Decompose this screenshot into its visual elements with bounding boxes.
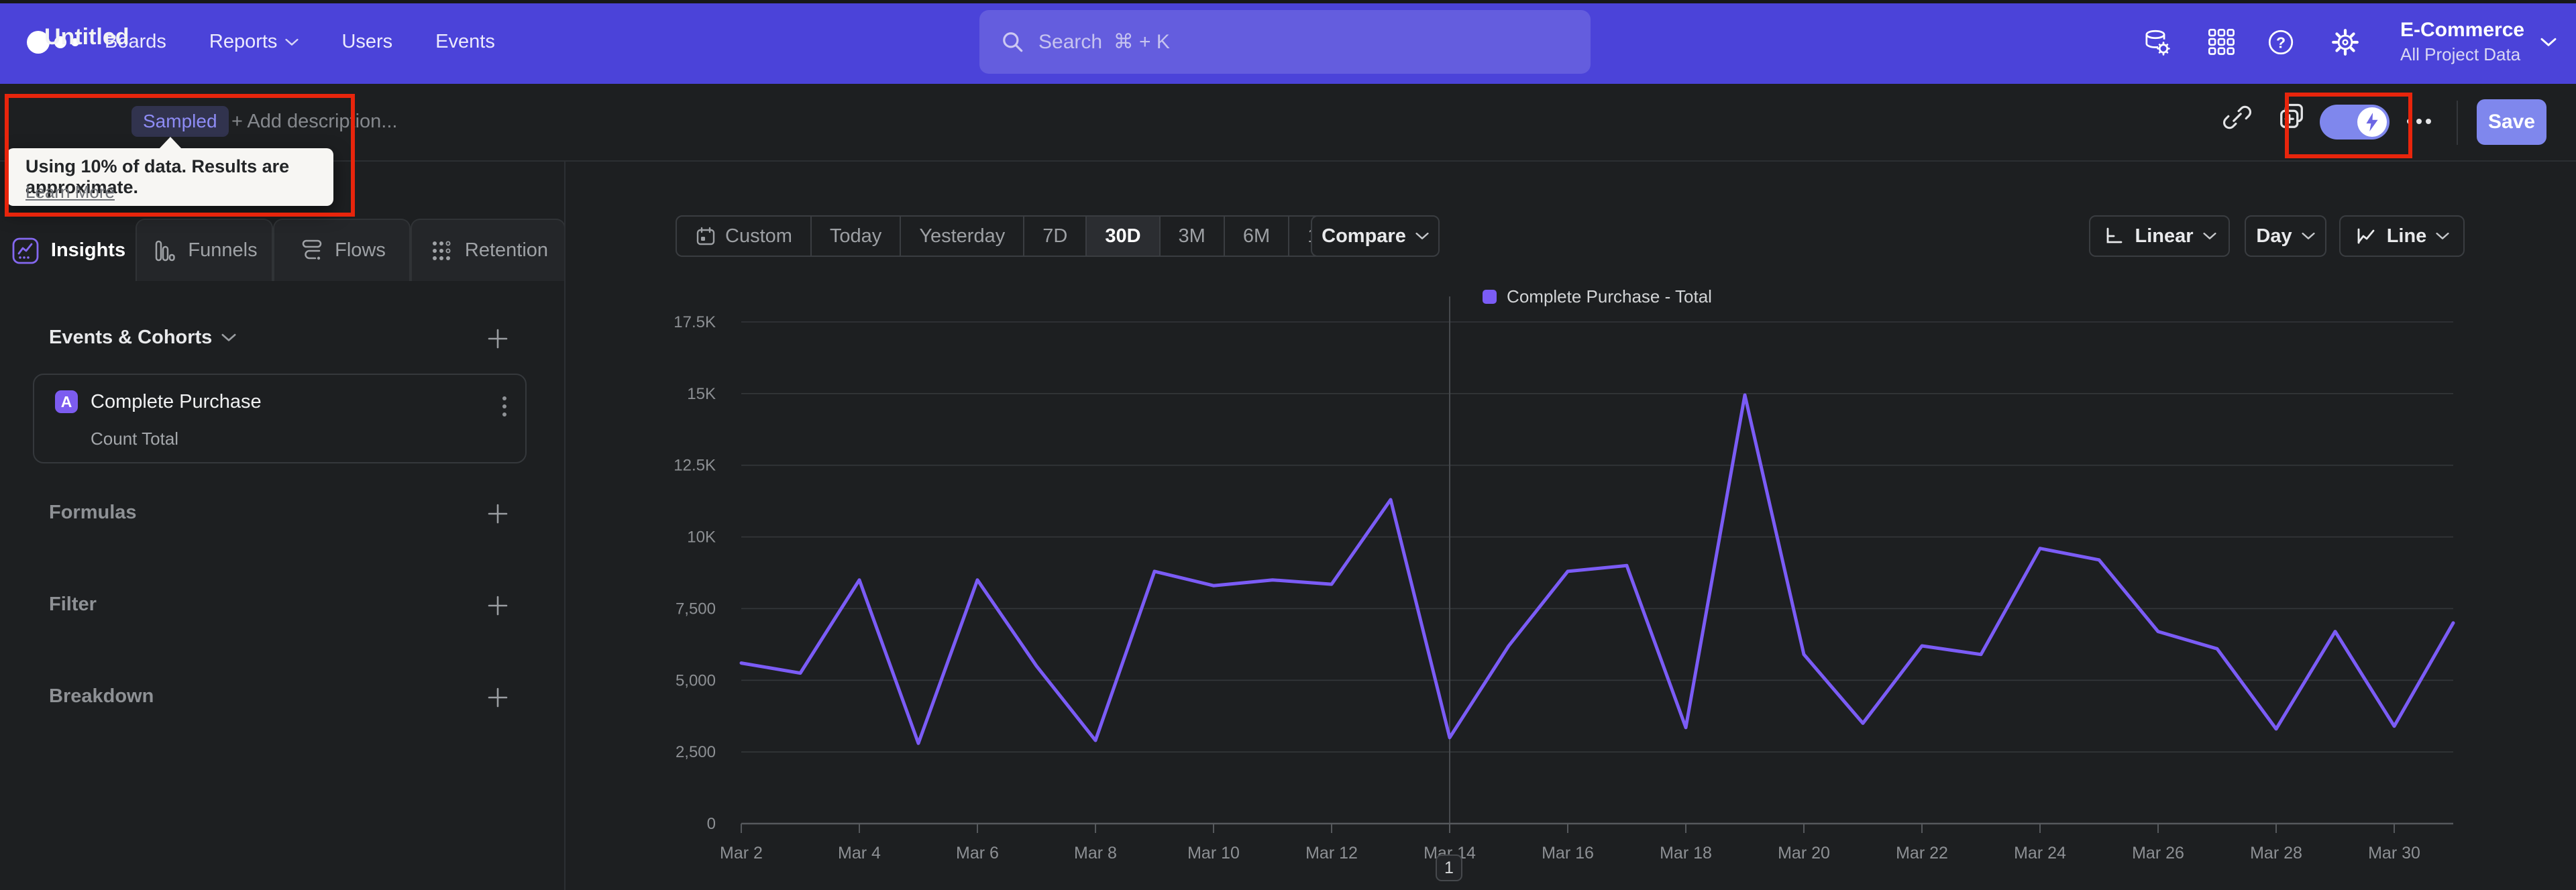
chevron-down-icon	[2302, 232, 2315, 239]
chevron-down-icon	[2202, 232, 2216, 239]
settings-gear-icon[interactable]	[2330, 27, 2360, 57]
x-tick-label: Mar 4	[838, 844, 881, 863]
learn-more-link[interactable]: Learn More	[25, 182, 115, 203]
toggle-knob	[2357, 107, 2387, 137]
x-tick-label: Mar 6	[956, 844, 999, 863]
insights-line-chart[interactable]: 0 2,500 5,000 7,500 10K 12.5K 15K 17.5K Mar 2 Mar…	[566, 282, 2576, 890]
nav-item-events[interactable]: Events	[435, 31, 495, 53]
global-search[interactable]	[979, 10, 1591, 74]
chevron-down-icon	[2436, 232, 2449, 239]
add-filter-button[interactable]	[486, 594, 510, 618]
flows-icon	[302, 239, 322, 260]
search-icon	[1003, 32, 1023, 52]
add-description-field[interactable]: + Add description...	[231, 111, 397, 133]
y-tick-label: 2,500	[676, 743, 716, 761]
nav-item-users[interactable]: Users	[341, 31, 392, 53]
window-edge	[0, 0, 2576, 3]
chevron-down-icon	[1415, 232, 1429, 239]
range-6m[interactable]: 6M	[1223, 217, 1288, 256]
divider	[2457, 101, 2458, 145]
kebab-menu-icon[interactable]	[502, 396, 506, 416]
sampling-toggle[interactable]	[2320, 105, 2390, 140]
range-30d[interactable]: 30D	[1085, 217, 1159, 256]
range-custom[interactable]: Custom	[677, 217, 810, 256]
y-tick-label: 17.5K	[674, 313, 716, 331]
chart-type-dropdown[interactable]: Line	[2339, 215, 2465, 257]
report-type-tabs: Insights Funnels Flows Retention	[0, 219, 566, 281]
tab-flows[interactable]: Flows	[273, 219, 411, 281]
report-title[interactable]: Untitled	[44, 24, 129, 50]
svg-text:?: ?	[2276, 34, 2286, 51]
event-measure[interactable]: Count Total	[91, 429, 178, 449]
search-input[interactable]	[1038, 30, 1591, 54]
lightning-icon	[2366, 113, 2378, 131]
tab-retention[interactable]: Retention	[411, 219, 566, 281]
more-options-button[interactable]	[2407, 119, 2431, 124]
nav-item-reports[interactable]: Reports	[209, 31, 299, 53]
x-tick-label: Mar 24	[2014, 844, 2066, 863]
save-button[interactable]: Save	[2477, 99, 2546, 145]
section-filter: Filter	[49, 594, 97, 615]
linear-axis-icon	[2107, 227, 2123, 243]
sampled-badge[interactable]: Sampled	[131, 106, 229, 137]
section-breakdown: Breakdown	[49, 685, 154, 707]
help-icon[interactable]: ?	[2266, 27, 2296, 57]
x-tick-label: Mar 20	[1778, 844, 1830, 863]
x-tick-label: Mar 16	[1542, 844, 1594, 863]
range-today[interactable]: Today	[810, 217, 900, 256]
y-tick-label: 7,500	[676, 600, 716, 618]
add-event-button[interactable]	[486, 327, 510, 351]
x-tick-label: Mar 18	[1660, 844, 1712, 863]
y-tick-label: 5,000	[676, 671, 716, 689]
apps-grid-icon[interactable]	[2207, 27, 2237, 57]
event-name[interactable]: Complete Purchase	[91, 391, 262, 413]
chart-line	[739, 393, 2455, 745]
project-name: E-Commerce	[2400, 19, 2525, 41]
sampling-tooltip: Using 10% of data. Results are approxima…	[7, 137, 333, 206]
retention-icon	[432, 241, 451, 260]
y-tick-label: 10K	[687, 529, 716, 547]
date-range-selector: Custom Today Yesterday 7D 30D 3M 6M 12M	[676, 215, 1365, 257]
line-chart-icon	[2357, 228, 2375, 244]
granularity-dropdown[interactable]: Day	[2245, 215, 2326, 257]
chevron-down-icon	[221, 333, 236, 341]
page-number-button[interactable]: 1	[1436, 854, 1462, 881]
x-tick-label: Mar 28	[2250, 844, 2302, 863]
y-tick-label: 12.5K	[674, 457, 716, 475]
compare-button[interactable]: Compare	[1311, 215, 1440, 257]
tab-funnels[interactable]: Funnels	[136, 219, 273, 281]
x-tick-label: Mar 26	[2132, 844, 2184, 863]
x-tick-label: Mar 30	[2368, 844, 2420, 863]
y-tick-label: 15K	[687, 385, 716, 403]
add-formula-button[interactable]	[486, 502, 510, 526]
duplicate-icon[interactable]	[2275, 101, 2308, 136]
x-tick-label: Mar 8	[1074, 844, 1117, 863]
chevron-down-icon	[285, 38, 299, 46]
funnels-icon	[156, 240, 176, 261]
event-letter-badge: A	[55, 390, 78, 413]
tooltip-arrow	[159, 137, 182, 149]
event-card[interactable]: A Complete Purchase Count Total	[33, 374, 527, 463]
x-tick-label: Mar 12	[1305, 844, 1358, 863]
copy-link-icon[interactable]	[2222, 102, 2253, 136]
range-7d[interactable]: 7D	[1023, 217, 1085, 256]
range-3m[interactable]: 3M	[1159, 217, 1224, 256]
project-switcher[interactable]: E-Commerce All Project Data	[2400, 0, 2557, 84]
x-tick-label: Mar 22	[1896, 844, 1948, 863]
section-formulas: Formulas	[49, 502, 137, 523]
tab-insights[interactable]: Insights	[0, 219, 136, 281]
scale-dropdown[interactable]: Linear	[2089, 215, 2230, 257]
events-cohorts-heading[interactable]: Events & Cohorts	[49, 327, 236, 349]
top-nav: Boards Reports Users Events Search ⌘ + K…	[0, 0, 2576, 84]
x-tick-label: Mar 2	[720, 844, 763, 863]
project-scope: All Project Data	[2400, 44, 2521, 64]
data-management-icon[interactable]	[2141, 27, 2171, 57]
calendar-icon	[696, 227, 715, 245]
x-tick-label: Mar 10	[1187, 844, 1240, 863]
range-yesterday[interactable]: Yesterday	[900, 217, 1023, 256]
y-tick-label: 0	[707, 815, 716, 833]
chevron-down-icon	[2540, 38, 2557, 46]
insights-icon	[12, 237, 39, 264]
add-breakdown-button[interactable]	[486, 685, 510, 710]
